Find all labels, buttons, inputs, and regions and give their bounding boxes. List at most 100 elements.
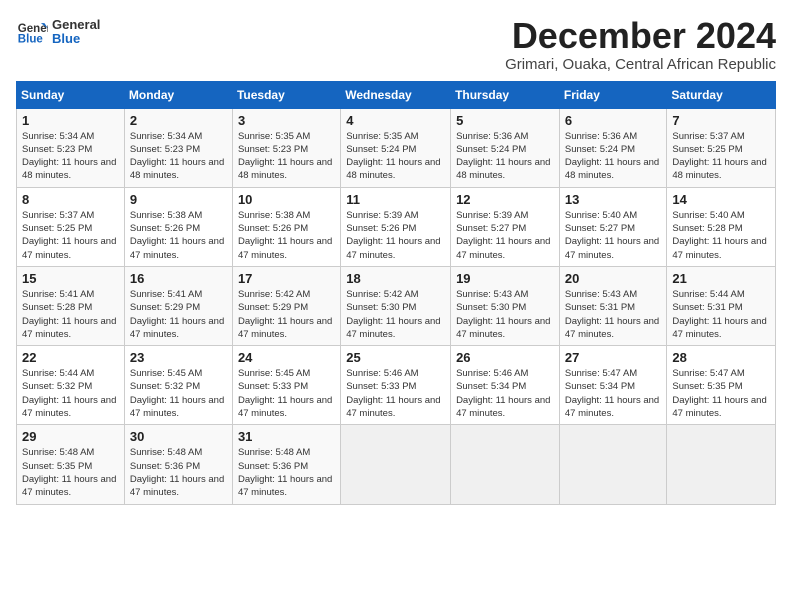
day-info: Sunrise: 5:48 AMSunset: 5:36 PMDaylight:… xyxy=(130,447,224,498)
day-number: 17 xyxy=(238,271,335,286)
logo-general-text: General xyxy=(52,18,100,32)
calendar-cell: 30 Sunrise: 5:48 AMSunset: 5:36 PMDaylig… xyxy=(124,425,232,504)
day-info: Sunrise: 5:43 AMSunset: 5:31 PMDaylight:… xyxy=(565,289,659,340)
day-info: Sunrise: 5:46 AMSunset: 5:33 PMDaylight:… xyxy=(346,368,440,419)
calendar-cell: 23 Sunrise: 5:45 AMSunset: 5:32 PMDaylig… xyxy=(124,346,232,425)
calendar-cell: 19 Sunrise: 5:43 AMSunset: 5:30 PMDaylig… xyxy=(451,266,560,345)
day-number: 1 xyxy=(22,113,119,128)
calendar-cell: 18 Sunrise: 5:42 AMSunset: 5:30 PMDaylig… xyxy=(341,266,451,345)
logo-blue-text: Blue xyxy=(52,32,100,46)
day-info: Sunrise: 5:37 AMSunset: 5:25 PMDaylight:… xyxy=(22,210,116,261)
day-info: Sunrise: 5:35 AMSunset: 5:23 PMDaylight:… xyxy=(238,131,332,182)
day-number: 12 xyxy=(456,192,554,207)
weekday-sunday: Sunday xyxy=(17,81,125,108)
day-number: 28 xyxy=(672,350,770,365)
day-info: Sunrise: 5:34 AMSunset: 5:23 PMDaylight:… xyxy=(22,131,116,182)
day-number: 9 xyxy=(130,192,227,207)
day-info: Sunrise: 5:44 AMSunset: 5:31 PMDaylight:… xyxy=(672,289,766,340)
calendar-week-4: 22 Sunrise: 5:44 AMSunset: 5:32 PMDaylig… xyxy=(17,346,776,425)
weekday-tuesday: Tuesday xyxy=(232,81,340,108)
day-info: Sunrise: 5:40 AMSunset: 5:28 PMDaylight:… xyxy=(672,210,766,261)
day-number: 19 xyxy=(456,271,554,286)
calendar-cell xyxy=(667,425,776,504)
day-info: Sunrise: 5:35 AMSunset: 5:24 PMDaylight:… xyxy=(346,131,440,182)
calendar-cell xyxy=(559,425,667,504)
day-info: Sunrise: 5:36 AMSunset: 5:24 PMDaylight:… xyxy=(456,131,550,182)
day-number: 6 xyxy=(565,113,662,128)
day-info: Sunrise: 5:46 AMSunset: 5:34 PMDaylight:… xyxy=(456,368,550,419)
calendar-cell: 2 Sunrise: 5:34 AMSunset: 5:23 PMDayligh… xyxy=(124,108,232,187)
day-number: 16 xyxy=(130,271,227,286)
calendar-cell: 16 Sunrise: 5:41 AMSunset: 5:29 PMDaylig… xyxy=(124,266,232,345)
day-number: 11 xyxy=(346,192,445,207)
calendar-cell: 7 Sunrise: 5:37 AMSunset: 5:25 PMDayligh… xyxy=(667,108,776,187)
weekday-monday: Monday xyxy=(124,81,232,108)
day-number: 30 xyxy=(130,429,227,444)
logo: General Blue General Blue xyxy=(16,16,100,48)
calendar-cell: 14 Sunrise: 5:40 AMSunset: 5:28 PMDaylig… xyxy=(667,187,776,266)
day-number: 23 xyxy=(130,350,227,365)
day-number: 18 xyxy=(346,271,445,286)
weekday-thursday: Thursday xyxy=(451,81,560,108)
location-title: Grimari, Ouaka, Central African Republic xyxy=(505,56,776,73)
day-info: Sunrise: 5:47 AMSunset: 5:34 PMDaylight:… xyxy=(565,368,659,419)
day-info: Sunrise: 5:39 AMSunset: 5:26 PMDaylight:… xyxy=(346,210,440,261)
day-info: Sunrise: 5:45 AMSunset: 5:32 PMDaylight:… xyxy=(130,368,224,419)
header: General Blue General Blue December 2024 … xyxy=(16,16,776,73)
day-info: Sunrise: 5:45 AMSunset: 5:33 PMDaylight:… xyxy=(238,368,332,419)
calendar-week-3: 15 Sunrise: 5:41 AMSunset: 5:28 PMDaylig… xyxy=(17,266,776,345)
day-info: Sunrise: 5:44 AMSunset: 5:32 PMDaylight:… xyxy=(22,368,116,419)
calendar-cell: 17 Sunrise: 5:42 AMSunset: 5:29 PMDaylig… xyxy=(232,266,340,345)
day-info: Sunrise: 5:38 AMSunset: 5:26 PMDaylight:… xyxy=(130,210,224,261)
calendar-week-2: 8 Sunrise: 5:37 AMSunset: 5:25 PMDayligh… xyxy=(17,187,776,266)
day-info: Sunrise: 5:41 AMSunset: 5:28 PMDaylight:… xyxy=(22,289,116,340)
day-info: Sunrise: 5:42 AMSunset: 5:29 PMDaylight:… xyxy=(238,289,332,340)
calendar-cell xyxy=(451,425,560,504)
calendar-cell: 26 Sunrise: 5:46 AMSunset: 5:34 PMDaylig… xyxy=(451,346,560,425)
calendar-cell: 21 Sunrise: 5:44 AMSunset: 5:31 PMDaylig… xyxy=(667,266,776,345)
day-info: Sunrise: 5:48 AMSunset: 5:36 PMDaylight:… xyxy=(238,447,332,498)
day-number: 2 xyxy=(130,113,227,128)
day-number: 10 xyxy=(238,192,335,207)
day-number: 7 xyxy=(672,113,770,128)
title-area: December 2024 Grimari, Ouaka, Central Af… xyxy=(505,16,776,73)
day-number: 25 xyxy=(346,350,445,365)
day-info: Sunrise: 5:37 AMSunset: 5:25 PMDaylight:… xyxy=(672,131,766,182)
calendar-cell: 29 Sunrise: 5:48 AMSunset: 5:35 PMDaylig… xyxy=(17,425,125,504)
calendar-cell: 3 Sunrise: 5:35 AMSunset: 5:23 PMDayligh… xyxy=(232,108,340,187)
day-number: 27 xyxy=(565,350,662,365)
day-number: 29 xyxy=(22,429,119,444)
day-number: 3 xyxy=(238,113,335,128)
month-title: December 2024 xyxy=(505,16,776,56)
day-number: 13 xyxy=(565,192,662,207)
day-number: 22 xyxy=(22,350,119,365)
calendar-cell: 8 Sunrise: 5:37 AMSunset: 5:25 PMDayligh… xyxy=(17,187,125,266)
calendar-cell: 20 Sunrise: 5:43 AMSunset: 5:31 PMDaylig… xyxy=(559,266,667,345)
day-number: 20 xyxy=(565,271,662,286)
day-number: 14 xyxy=(672,192,770,207)
weekday-wednesday: Wednesday xyxy=(341,81,451,108)
day-number: 15 xyxy=(22,271,119,286)
day-info: Sunrise: 5:47 AMSunset: 5:35 PMDaylight:… xyxy=(672,368,766,419)
day-info: Sunrise: 5:36 AMSunset: 5:24 PMDaylight:… xyxy=(565,131,659,182)
calendar-week-5: 29 Sunrise: 5:48 AMSunset: 5:35 PMDaylig… xyxy=(17,425,776,504)
calendar-cell: 12 Sunrise: 5:39 AMSunset: 5:27 PMDaylig… xyxy=(451,187,560,266)
day-number: 26 xyxy=(456,350,554,365)
calendar-week-1: 1 Sunrise: 5:34 AMSunset: 5:23 PMDayligh… xyxy=(17,108,776,187)
calendar-cell: 5 Sunrise: 5:36 AMSunset: 5:24 PMDayligh… xyxy=(451,108,560,187)
day-info: Sunrise: 5:39 AMSunset: 5:27 PMDaylight:… xyxy=(456,210,550,261)
weekday-friday: Friday xyxy=(559,81,667,108)
day-info: Sunrise: 5:42 AMSunset: 5:30 PMDaylight:… xyxy=(346,289,440,340)
calendar-body: 1 Sunrise: 5:34 AMSunset: 5:23 PMDayligh… xyxy=(17,108,776,504)
day-info: Sunrise: 5:38 AMSunset: 5:26 PMDaylight:… xyxy=(238,210,332,261)
day-number: 31 xyxy=(238,429,335,444)
day-number: 8 xyxy=(22,192,119,207)
calendar-cell: 1 Sunrise: 5:34 AMSunset: 5:23 PMDayligh… xyxy=(17,108,125,187)
calendar-cell: 24 Sunrise: 5:45 AMSunset: 5:33 PMDaylig… xyxy=(232,346,340,425)
calendar-cell xyxy=(341,425,451,504)
calendar-cell: 10 Sunrise: 5:38 AMSunset: 5:26 PMDaylig… xyxy=(232,187,340,266)
calendar-cell: 28 Sunrise: 5:47 AMSunset: 5:35 PMDaylig… xyxy=(667,346,776,425)
calendar-cell: 31 Sunrise: 5:48 AMSunset: 5:36 PMDaylig… xyxy=(232,425,340,504)
day-number: 5 xyxy=(456,113,554,128)
day-info: Sunrise: 5:40 AMSunset: 5:27 PMDaylight:… xyxy=(565,210,659,261)
